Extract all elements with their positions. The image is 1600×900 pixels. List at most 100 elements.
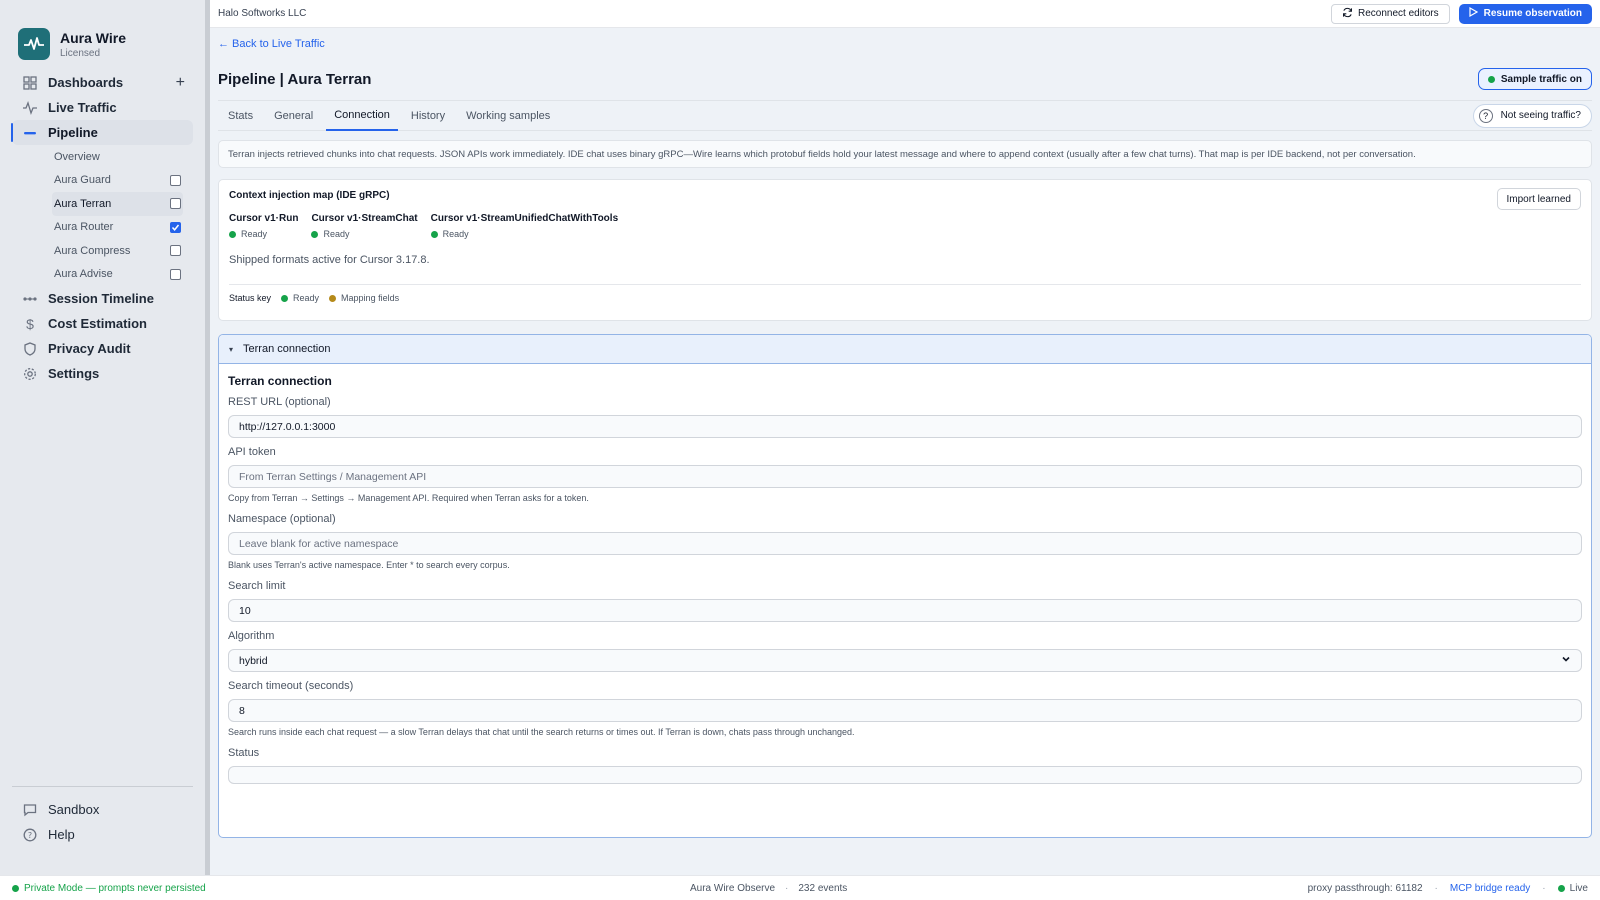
live-dot-icon bbox=[1557, 884, 1565, 892]
license-label: Licensed bbox=[60, 47, 101, 59]
pipeline-item-aura-guard[interactable]: Aura Guard bbox=[52, 169, 183, 193]
namespace-input[interactable] bbox=[228, 532, 1582, 555]
status-dot-icon bbox=[1487, 75, 1495, 83]
nav-cost-estimation[interactable]: $ Cost Estimation bbox=[12, 311, 193, 336]
pipeline-item-aura-compress[interactable]: Aura Compress bbox=[52, 239, 183, 263]
play-icon bbox=[1469, 6, 1478, 20]
status-field bbox=[228, 766, 1582, 784]
nav-label: Session Timeline bbox=[48, 291, 154, 306]
sample-traffic-toggle[interactable]: Sample traffic on bbox=[1477, 68, 1592, 90]
search-limit-input[interactable] bbox=[228, 599, 1582, 622]
tab-connection[interactable]: Connection bbox=[326, 101, 398, 131]
app-label: Aura Wire Observe bbox=[690, 882, 776, 894]
event-count: 232 events bbox=[798, 882, 848, 894]
ready-dot-icon bbox=[281, 294, 289, 302]
svg-text:?: ? bbox=[28, 831, 32, 840]
status-label: Status bbox=[228, 747, 260, 759]
tab-stats[interactable]: Stats bbox=[220, 101, 261, 131]
info-banner: Terran injects retrieved chunks into cha… bbox=[218, 140, 1592, 168]
org-name: Halo Softworks LLC bbox=[218, 8, 307, 19]
brand: Aura Wire Licensed bbox=[0, 0, 205, 70]
pipeline-item-overview[interactable]: Overview bbox=[52, 145, 183, 169]
nav-pipeline[interactable]: Pipeline bbox=[11, 120, 193, 145]
timeout-label: Search timeout (seconds) bbox=[228, 680, 354, 692]
nav-label: Cost Estimation bbox=[48, 316, 147, 331]
format-list: Cursor v1·Run Ready Cursor v1·StreamChat… bbox=[229, 213, 1581, 239]
search-limit-label: Search limit bbox=[228, 580, 286, 592]
nav-sandbox[interactable]: Sandbox bbox=[12, 797, 193, 822]
back-to-live-traffic-link[interactable]: ← Back to Live Traffic bbox=[218, 38, 1592, 52]
nav-session-timeline[interactable]: Session Timeline bbox=[12, 286, 193, 311]
page-content: ← Back to Live Traffic Pipeline | Aura T… bbox=[210, 38, 1600, 838]
refresh-icon bbox=[1342, 7, 1353, 21]
nav-privacy-audit[interactable]: Privacy Audit bbox=[12, 336, 193, 361]
grid-icon bbox=[22, 75, 38, 91]
format-item: Cursor v1·StreamChat Ready bbox=[311, 213, 418, 239]
nav-settings[interactable]: Settings bbox=[12, 361, 193, 386]
section-title: Terran connection bbox=[228, 374, 332, 388]
nav-label: Pipeline bbox=[48, 125, 98, 140]
nav-label: Sandbox bbox=[48, 802, 100, 817]
private-mode-text: Private Mode — prompts never persisted bbox=[24, 882, 206, 894]
ready-dot-icon bbox=[229, 230, 236, 238]
tab-history[interactable]: History bbox=[403, 101, 453, 131]
divider bbox=[229, 284, 1581, 285]
format-item: Cursor v1·StreamUnifiedChatWithTools Rea… bbox=[430, 213, 619, 239]
topbar: Halo Softworks LLC Reconnect editors Res… bbox=[210, 0, 1600, 28]
card-title: Context injection map (IDE gRPC) bbox=[229, 190, 390, 201]
question-icon: ? bbox=[1478, 108, 1493, 123]
api-token-label: API token bbox=[228, 446, 276, 458]
rest-url-input[interactable] bbox=[228, 415, 1582, 438]
chat-icon bbox=[22, 802, 38, 818]
ready-dot-icon bbox=[430, 230, 438, 238]
pipeline-item-aura-router[interactable]: Aura Router bbox=[52, 216, 183, 240]
aura-guard-checkbox[interactable] bbox=[170, 174, 181, 186]
nav-dashboards[interactable]: Dashboards + bbox=[12, 70, 193, 95]
timeout-hint: Search runs inside each chat request — a… bbox=[228, 727, 855, 737]
nav-help[interactable]: ? Help bbox=[12, 822, 193, 847]
mcp-bridge-status: MCP bridge ready bbox=[1449, 882, 1531, 894]
namespace-label: Namespace (optional) bbox=[228, 513, 336, 525]
accordion-header[interactable]: ▾ Terran connection bbox=[219, 335, 1591, 364]
resume-observation-button[interactable]: Resume observation bbox=[1458, 3, 1592, 24]
page-title: Pipeline | Aura Terran bbox=[218, 70, 372, 88]
private-mode-dot-icon bbox=[12, 884, 19, 892]
tab-bar: Stats General Connection History Working… bbox=[220, 101, 563, 131]
nav-label: Live Traffic bbox=[48, 100, 117, 115]
aura-router-checkbox[interactable] bbox=[170, 221, 181, 233]
tab-working-samples[interactable]: Working samples bbox=[458, 101, 558, 131]
chevron-down-icon: ▾ bbox=[229, 344, 234, 354]
api-token-input[interactable] bbox=[228, 465, 1582, 488]
algorithm-select[interactable]: hybrid bbox=[228, 649, 1582, 672]
nav-label: Settings bbox=[48, 366, 100, 381]
pulse-logo-icon bbox=[18, 28, 50, 60]
pipeline-item-aura-advise[interactable]: Aura Advise bbox=[52, 263, 183, 287]
main-panel: Halo Softworks LLC Reconnect editors Res… bbox=[210, 0, 1600, 875]
status-bar: Private Mode — prompts never persisted A… bbox=[0, 875, 1600, 900]
namespace-hint: Blank uses Terran's active namespace. En… bbox=[228, 560, 510, 570]
ready-dot-icon bbox=[311, 230, 319, 238]
aura-compress-checkbox[interactable] bbox=[170, 245, 181, 257]
proxy-passthrough: proxy passthrough: 61182 bbox=[1307, 882, 1423, 894]
pipeline-item-aura-terran[interactable]: Aura Terran bbox=[52, 192, 183, 216]
pipeline-icon bbox=[22, 125, 38, 141]
dollar-icon: $ bbox=[26, 315, 34, 332]
import-learned-button[interactable]: Import learned bbox=[1496, 188, 1581, 210]
nav-live-traffic[interactable]: Live Traffic bbox=[12, 95, 193, 120]
timeline-icon bbox=[22, 291, 38, 307]
brand-name: Aura Wire bbox=[60, 29, 127, 46]
aura-terran-checkbox[interactable] bbox=[170, 198, 181, 210]
mapping-dot-icon bbox=[329, 294, 337, 302]
format-item: Cursor v1·Run Ready bbox=[229, 213, 299, 239]
not-seeing-traffic-button[interactable]: ? Not seeing traffic? bbox=[1472, 103, 1592, 128]
tab-general[interactable]: General bbox=[266, 101, 321, 131]
add-dashboard-icon[interactable]: + bbox=[176, 74, 185, 92]
reconnect-editors-button[interactable]: Reconnect editors bbox=[1331, 3, 1450, 24]
search-timeout-input[interactable] bbox=[228, 699, 1582, 722]
nav-label: Help bbox=[48, 827, 75, 842]
help-icon: ? bbox=[22, 827, 38, 843]
aura-advise-checkbox[interactable] bbox=[170, 268, 181, 280]
gear-icon bbox=[22, 366, 38, 382]
shield-icon bbox=[22, 341, 38, 357]
status-key: Status key Ready Mapping fields bbox=[229, 293, 400, 303]
